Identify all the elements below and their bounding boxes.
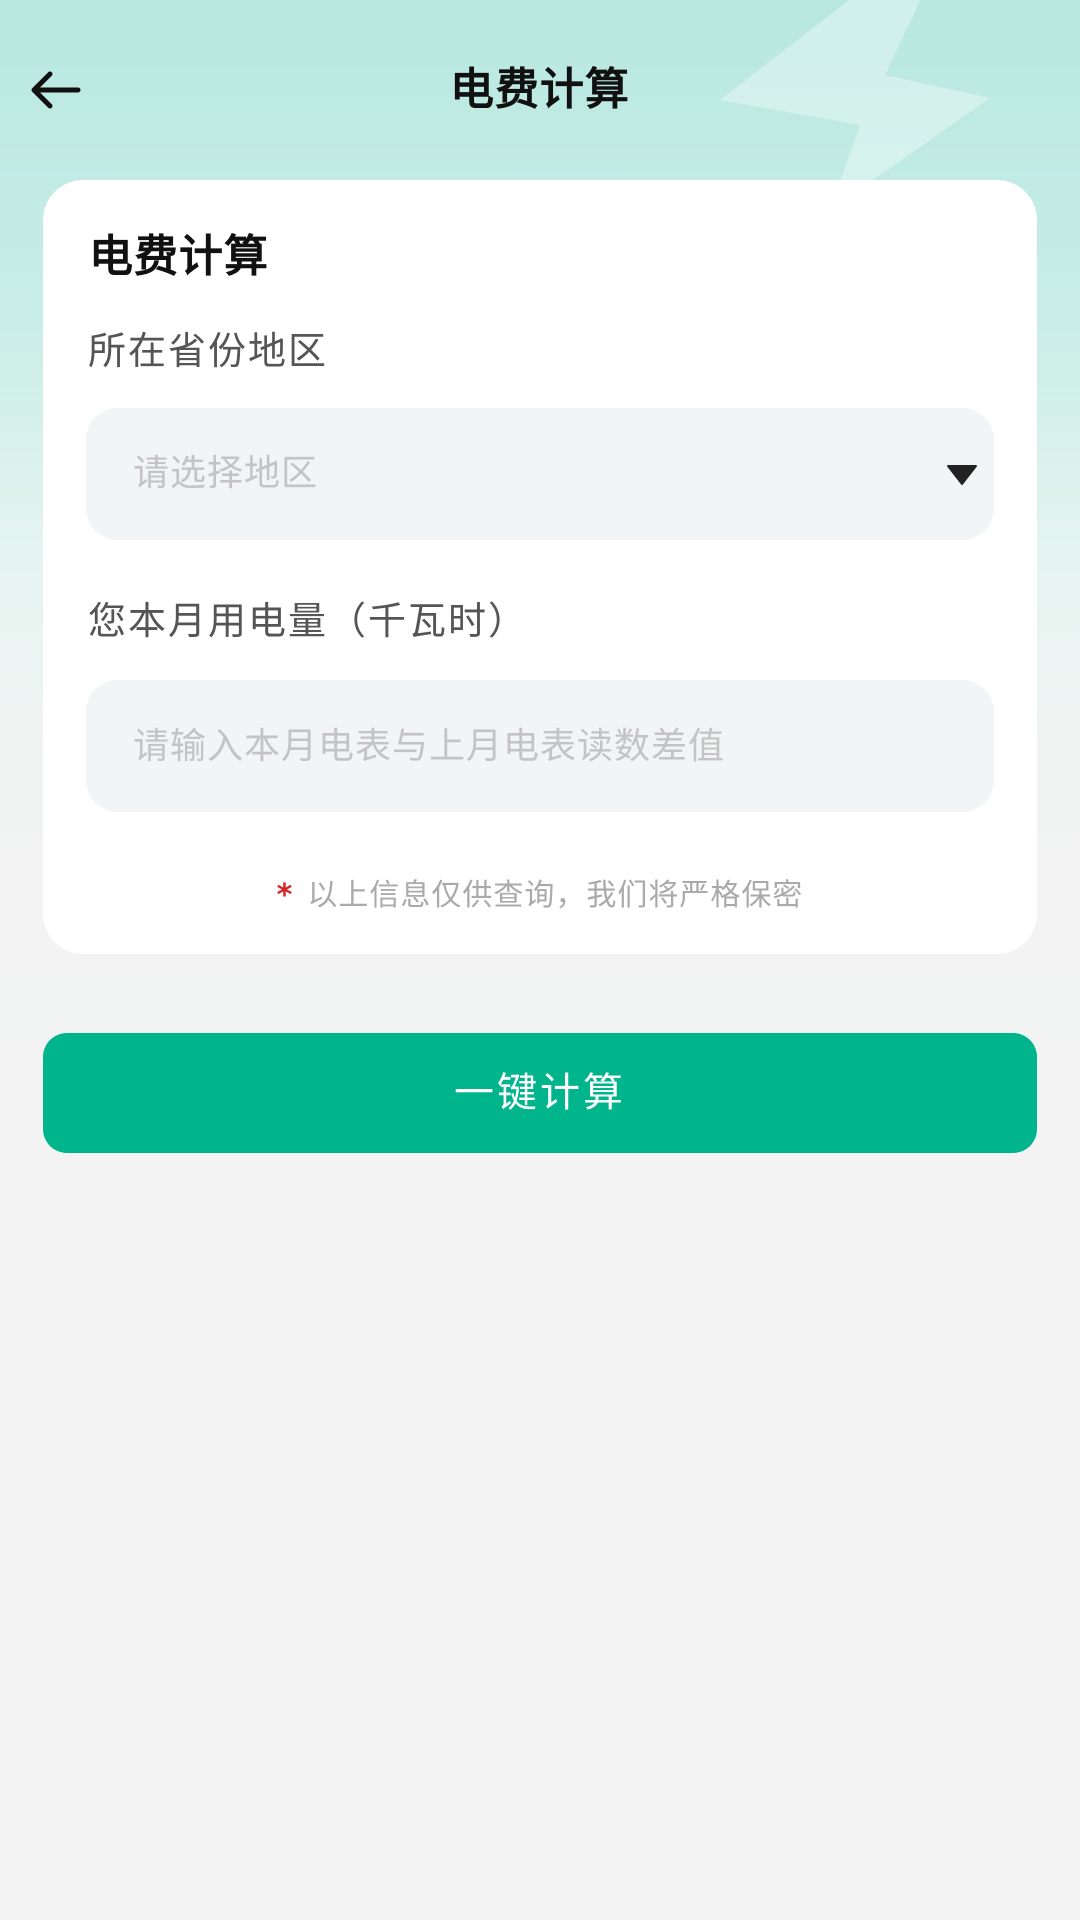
region-select[interactable]: 请选择地区 [86, 408, 994, 540]
form-title: 电费计算 [89, 231, 269, 282]
calculate-button[interactable]: 一键计算 [43, 1033, 1037, 1153]
privacy-notice: * 以上信息仅供查询，我们将严格保密 [43, 870, 1037, 914]
top-bar: 电费计算 [0, 40, 1080, 140]
calculator-form-card: 电费计算 所在省份地区 请选择地区 您本月用电量（千瓦时） * 以上信息仅供查询，… [43, 180, 1037, 954]
region-placeholder: 请选择地区 [133, 453, 319, 494]
usage-input[interactable] [133, 680, 953, 812]
privacy-notice-text: 以上信息仅供查询，我们将严格保密 [307, 878, 804, 913]
required-asterisk: * [276, 878, 294, 913]
caret-down-icon [947, 465, 977, 485]
usage-label: 您本月用电量（千瓦时） [88, 599, 529, 643]
region-label: 所在省份地区 [88, 329, 329, 373]
page-title: 电费计算 [450, 64, 630, 115]
usage-field-container [86, 680, 994, 812]
